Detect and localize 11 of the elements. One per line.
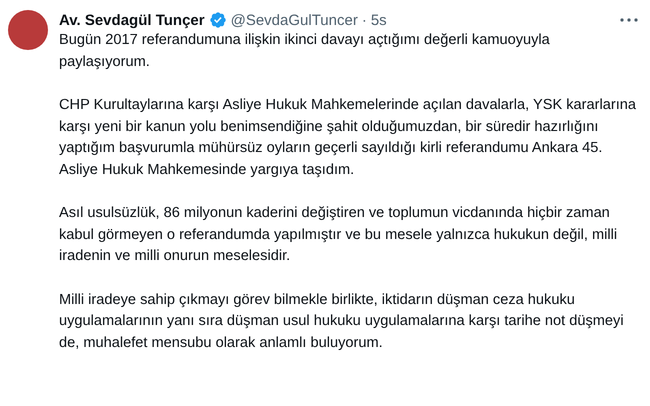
post-time[interactable]: 5s	[370, 12, 387, 28]
tweet-paragraph: Bugün 2017 referandumuna ilişkin ikinci davayı açtığımı değerli kamuoyuyla paylaşıyorum.	[59, 31, 551, 72]
verified-badge-icon	[208, 11, 227, 29]
avatar-placeholder[interactable]	[8, 10, 48, 50]
author-handle[interactable]: @SevdaGulTuncer	[230, 12, 358, 28]
tweet-paragraph: Milli iradeye sahip çıkmayı görev bilmekle birlikte, iktidarın düşman ceza hukuku uygulamalarının yanı sıra düşman usul hukuku uygulamalarına karşı tarihe not düşmeyi de, muhalefet mensubu olarak anlamlı buluyorum.	[59, 290, 625, 352]
tweet-paragraph: CHP Kurultaylarına karşı Asliye Hukuk Mahkemelerinde açılan davalarla, YSK kararlarına karşı yeni bir kanun yolu benimsendiğine şahit olduğumuzdan, bir süredir hazırlığını yaptığım başvurumla mühürsüz oyların geçerli sayıldığı kirli referandumu Ankara 45. Asliye Hukuk Mahkemesinde yargıya taşıdım.	[59, 96, 637, 180]
tweet-paragraph: Asıl usulsüzlük, 86 milyonun kaderini değiştiren ve toplumun vicdanında hiçbir zaman kabul görmeyen o referandumda yapılmıştır ve bu mesele yalnızca hukukun değil, milli iradenin ve milli onurun meselesidir.	[59, 204, 618, 266]
author-name[interactable]: Av. Sevdagül Tunçer	[59, 12, 205, 28]
separator-dot: ·	[362, 12, 367, 28]
more-icon[interactable]	[620, 18, 638, 22]
